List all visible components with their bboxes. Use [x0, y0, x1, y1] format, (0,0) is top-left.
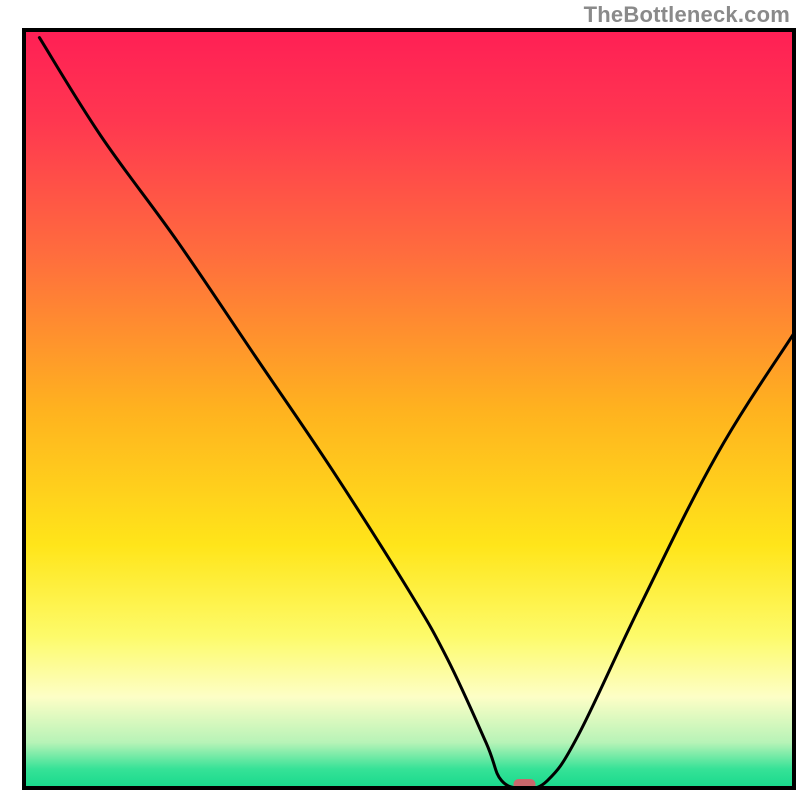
watermark-label: TheBottleneck.com [584, 2, 790, 28]
bottleneck-chart [0, 0, 800, 800]
plot-background [24, 30, 794, 788]
chart-stage: TheBottleneck.com [0, 0, 800, 800]
plot-area [24, 30, 794, 790]
